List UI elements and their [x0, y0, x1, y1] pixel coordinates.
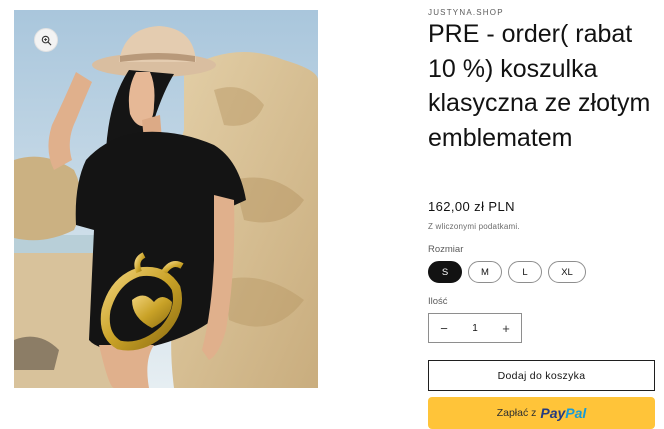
product-price: 162,00 zł PLN	[428, 199, 515, 214]
size-option-m[interactable]: M	[468, 261, 502, 283]
zoom-button[interactable]	[34, 28, 58, 52]
size-option-l[interactable]: L	[508, 261, 542, 283]
product-photo	[14, 10, 318, 388]
quantity-stepper: − 1 +	[428, 313, 522, 343]
zoom-in-icon	[41, 35, 51, 45]
size-selector: S M L XL	[428, 261, 586, 283]
quantity-increase-button[interactable]: +	[491, 314, 521, 342]
quantity-input[interactable]: 1	[459, 323, 491, 334]
quantity-label: Ilość	[428, 296, 448, 307]
paypal-button[interactable]: Zapłać z PayPal	[428, 397, 655, 429]
product-image[interactable]	[14, 10, 318, 388]
paypal-logo: PayPal	[540, 405, 587, 421]
size-option-s[interactable]: S	[428, 261, 462, 283]
paypal-prefix: Zapłać z	[496, 407, 537, 419]
quantity-decrease-button[interactable]: −	[429, 314, 459, 342]
product-title: PRE - order( rabat 10 %) koszulka klasyc…	[428, 20, 651, 153]
size-label: Rozmiar	[428, 244, 464, 255]
vendor-name: JUSTYNA.SHOP	[428, 8, 504, 17]
tax-note: Z wliczonymi podatkami.	[428, 222, 520, 231]
size-option-xl[interactable]: XL	[548, 261, 586, 283]
add-to-cart-button[interactable]: Dodaj do koszyka	[428, 360, 655, 391]
